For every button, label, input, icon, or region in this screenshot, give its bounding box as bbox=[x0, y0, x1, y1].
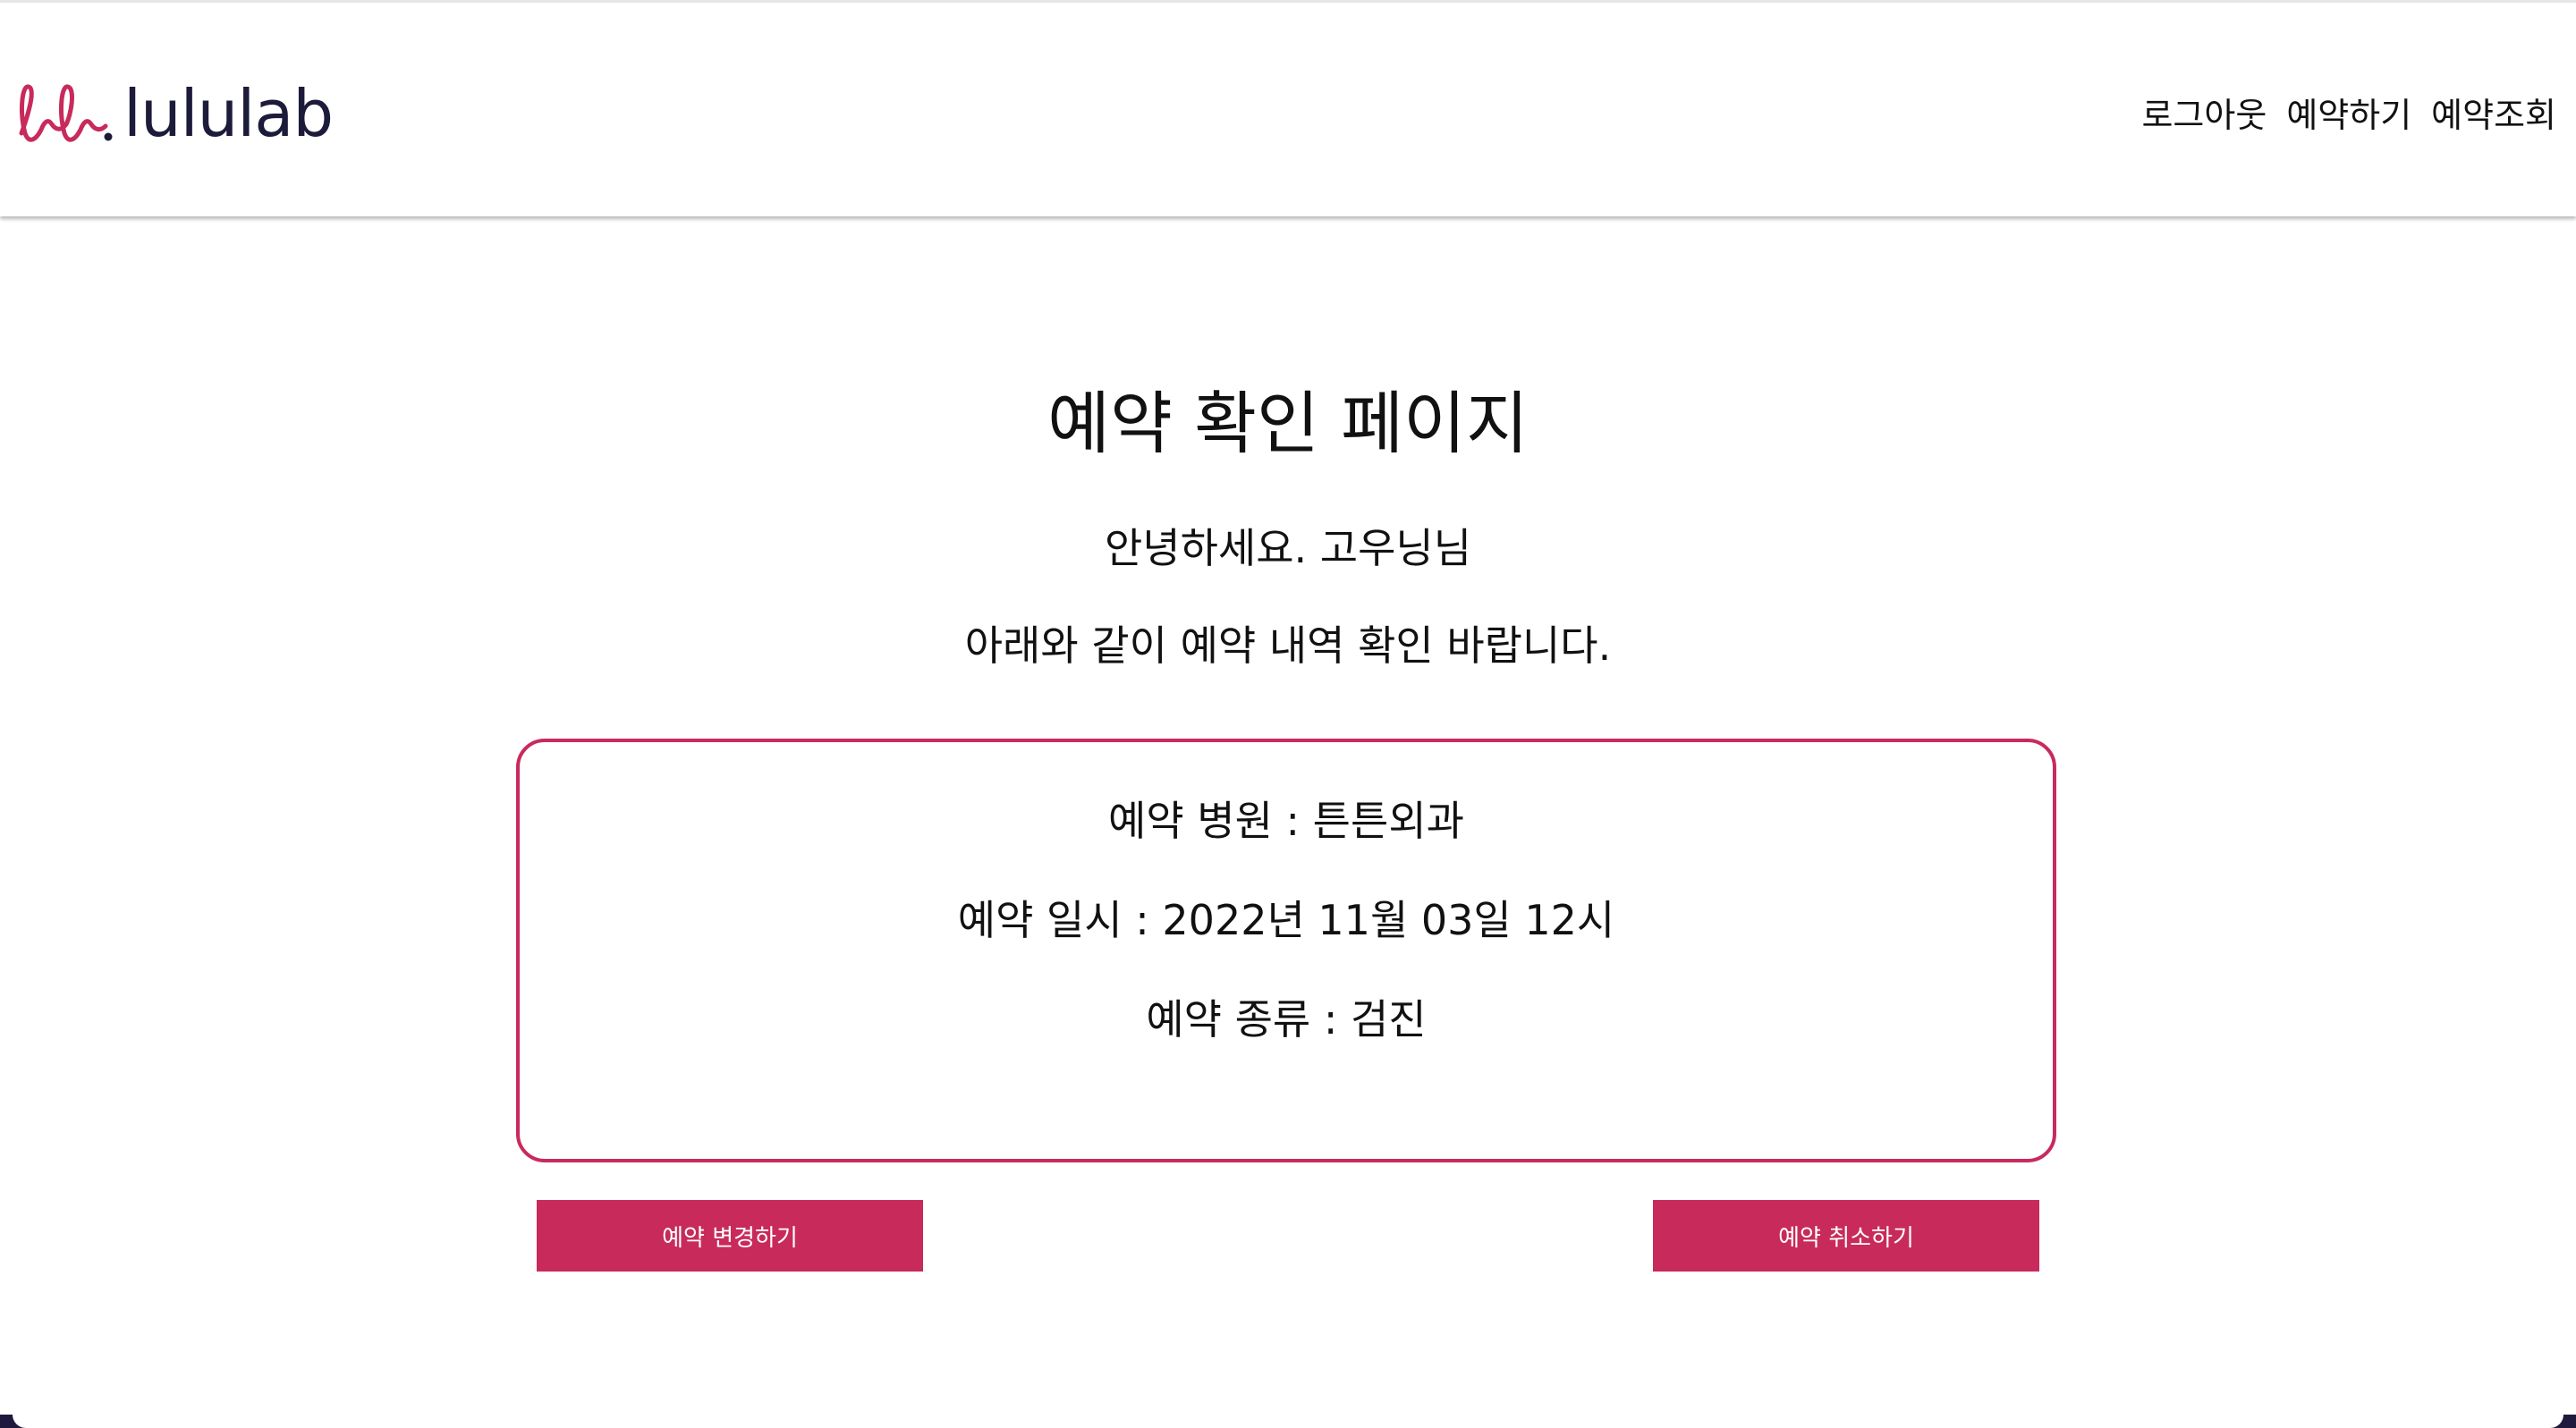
top-nav: 로그아웃 예약하기 예약조회 bbox=[2141, 88, 2556, 137]
bottom-frame-inner bbox=[13, 1415, 2563, 1428]
top-border bbox=[0, 0, 2576, 3]
logo-text: lululab bbox=[123, 76, 334, 151]
instruction-text: 아래와 같이 예약 내역 확인 바랍니다. bbox=[964, 621, 1612, 670]
reservation-card: 예약 병원 : 튼튼외과 예약 일시 : 2022년 11월 03일 12시 예… bbox=[516, 739, 2056, 1162]
reservation-type: 예약 종류 : 검진 bbox=[1146, 995, 1427, 1044]
nav-reserve-link[interactable]: 예약하기 bbox=[2286, 88, 2411, 137]
page-title: 예약 확인 페이지 bbox=[1047, 384, 1529, 463]
logo[interactable]: lululab bbox=[16, 73, 334, 154]
bottom-frame bbox=[0, 1415, 2576, 1428]
change-reservation-button[interactable]: 예약 변경하기 bbox=[537, 1200, 923, 1272]
site-header: lululab 로그아웃 예약하기 예약조회 bbox=[0, 4, 2576, 216]
reservation-datetime: 예약 일시 : 2022년 11월 03일 12시 bbox=[957, 896, 1615, 944]
cancel-reservation-button[interactable]: 예약 취소하기 bbox=[1653, 1200, 2039, 1272]
nav-lookup-link[interactable]: 예약조회 bbox=[2431, 88, 2556, 137]
greeting-text: 안녕하세요. 고우닝님 bbox=[1104, 524, 1472, 572]
reservation-hospital: 예약 병원 : 튼튼외과 bbox=[1108, 797, 1464, 845]
logo-mark-icon bbox=[16, 78, 113, 149]
nav-logout-link[interactable]: 로그아웃 bbox=[2141, 88, 2267, 137]
